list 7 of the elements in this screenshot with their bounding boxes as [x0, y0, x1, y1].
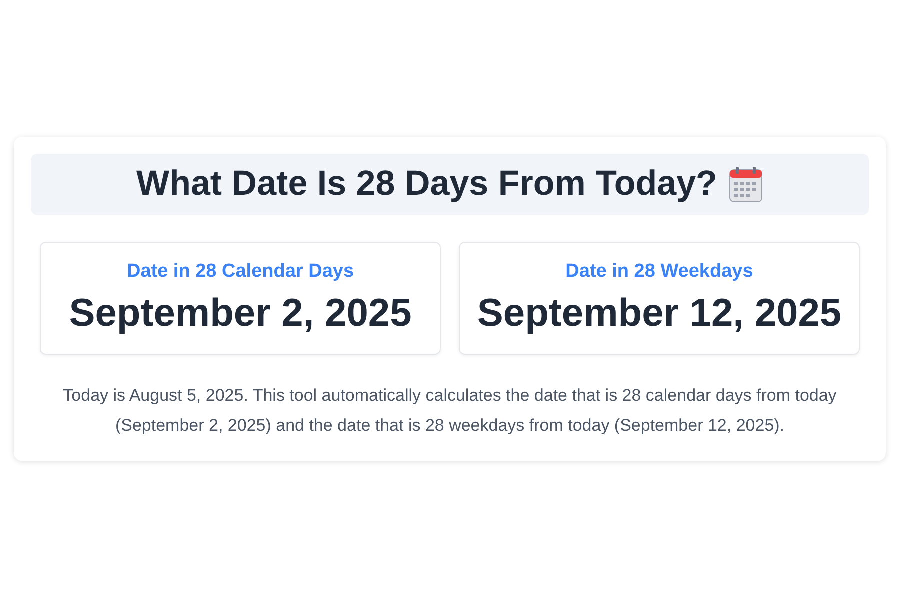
calendar-icon	[729, 166, 764, 202]
result-date: September 12, 2025	[477, 291, 842, 338]
result-date: September 2, 2025	[69, 291, 412, 338]
result-label: Date in 28 Weekdays	[566, 260, 754, 284]
result-label: Date in 28 Calendar Days	[126, 260, 354, 284]
page-title: What Date Is 28 Days From Today?	[136, 163, 718, 206]
description-text: Today is August 5, 2025. This tool automatically calculates the date that is 28 calendar days from today (September 2, 2025) and the date that is 28 weekdays from today (September 12, 2025).	[62, 385, 838, 437]
